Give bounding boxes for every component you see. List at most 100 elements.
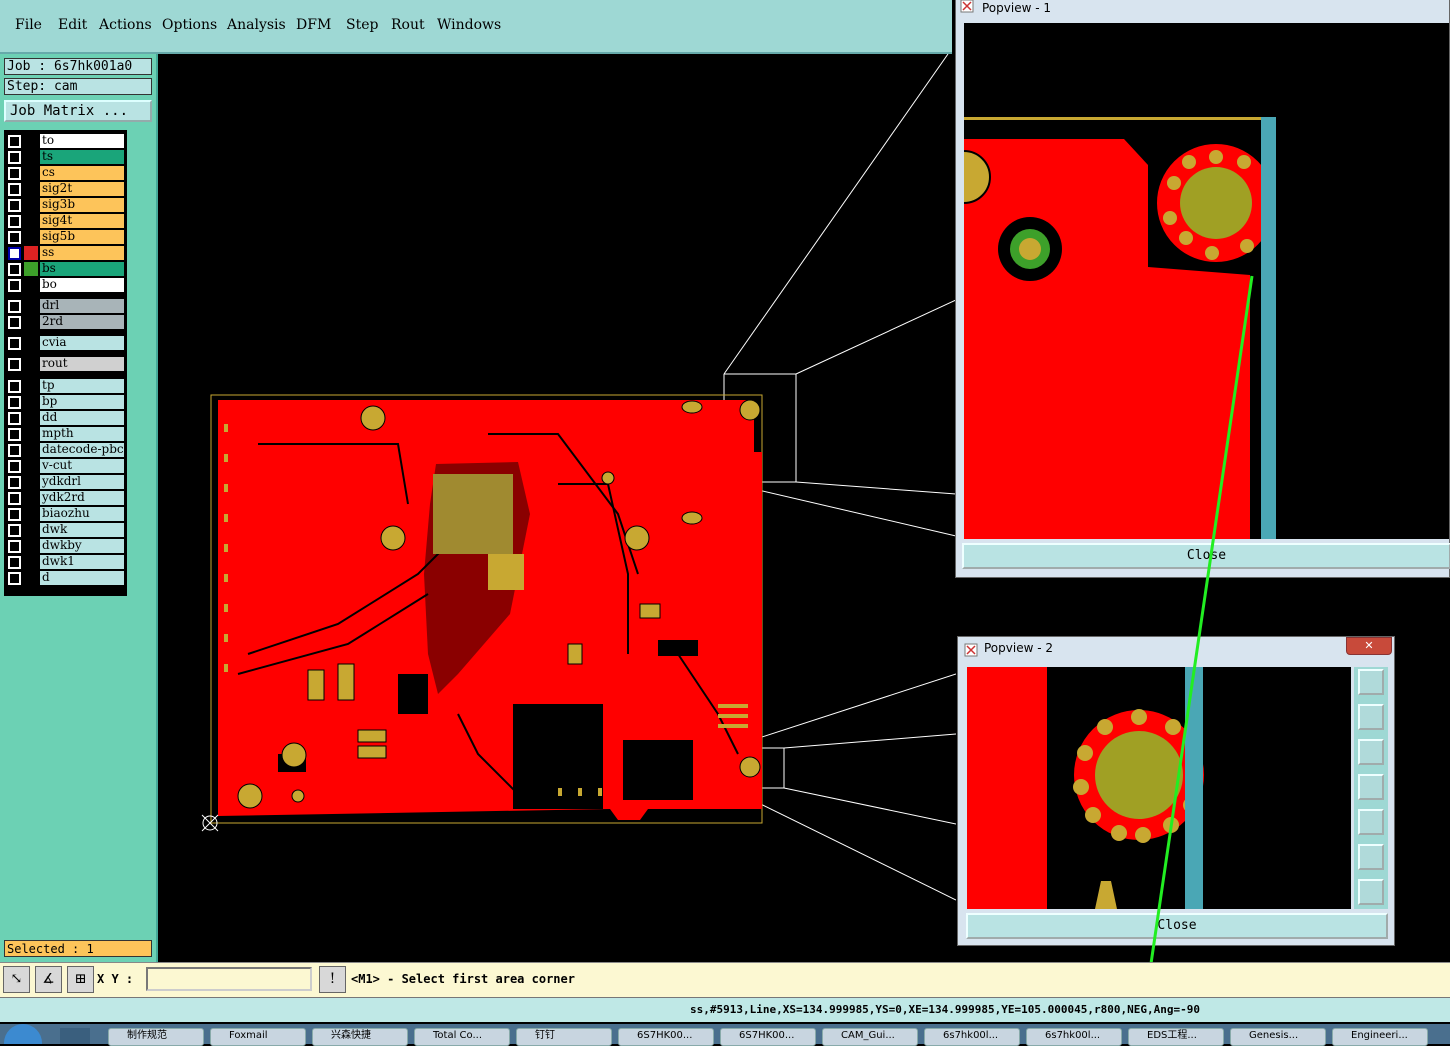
- layer-name[interactable]: dwk: [40, 523, 124, 537]
- menu-actions[interactable]: Actions: [99, 17, 152, 33]
- layer-checkbox[interactable]: [8, 524, 21, 537]
- layer-name[interactable]: cs: [40, 166, 124, 180]
- layer-name[interactable]: d: [40, 571, 124, 585]
- layer-name[interactable]: dwk1: [40, 555, 124, 569]
- layer-checkbox[interactable]: [8, 215, 21, 228]
- layer-row-biaozhu[interactable]: biaozhu: [6, 507, 126, 521]
- taskbar-item[interactable]: 6S7HK00...: [618, 1028, 714, 1046]
- layer-name[interactable]: bs: [40, 262, 124, 276]
- layer-name[interactable]: tp: [40, 379, 124, 393]
- layer-row-v-cut[interactable]: v-cut: [6, 459, 126, 473]
- taskbar-item[interactable]: 钉钉: [516, 1028, 612, 1046]
- layer-name[interactable]: ydkdrl: [40, 475, 124, 489]
- popview-2-canvas[interactable]: [967, 667, 1351, 909]
- menu-rout[interactable]: Rout: [391, 17, 425, 33]
- quick-launch-icon[interactable]: [60, 1028, 90, 1044]
- layer-row-ydkdrl[interactable]: ydkdrl: [6, 475, 126, 489]
- grid-icon[interactable]: ⊞: [67, 966, 94, 993]
- layer-row-mpth[interactable]: mpth: [6, 427, 126, 441]
- taskbar-item[interactable]: Total Co...: [414, 1028, 510, 1046]
- layer-checkbox[interactable]: [8, 167, 21, 180]
- menu-edit[interactable]: Edit: [58, 17, 87, 33]
- layer-checkbox[interactable]: [8, 412, 21, 425]
- layer-row-sig4t[interactable]: sig4t: [6, 214, 126, 228]
- taskbar-item[interactable]: 6S7HK00...: [720, 1028, 816, 1046]
- layer-checkbox[interactable]: [8, 135, 21, 148]
- layer-row-dd[interactable]: dd: [6, 411, 126, 425]
- layer-checkbox[interactable]: [8, 396, 21, 409]
- layer-row-cvia[interactable]: cvia: [6, 336, 126, 350]
- layer-row-sig3b[interactable]: sig3b: [6, 198, 126, 212]
- layer-row-2rd[interactable]: 2rd: [6, 315, 126, 329]
- close-icon[interactable]: ✕: [1346, 637, 1392, 655]
- layer-checkbox[interactable]: [8, 316, 21, 329]
- layer-row-datecode-pbc[interactable]: datecode-pbc: [6, 443, 126, 457]
- layer-row-sig2t[interactable]: sig2t: [6, 182, 126, 196]
- layer-name[interactable]: bo: [40, 278, 124, 292]
- layer-name[interactable]: ts: [40, 150, 124, 164]
- popview-1-canvas[interactable]: [964, 23, 1449, 539]
- pan-left-button[interactable]: [1358, 774, 1384, 800]
- layer-row-bo[interactable]: bo: [6, 278, 126, 292]
- layer-checkbox[interactable]: [8, 556, 21, 569]
- layer-name[interactable]: rout: [40, 357, 124, 371]
- zoom-box-icon[interactable]: ⤡: [3, 966, 30, 993]
- layer-row-dwkby[interactable]: dwkby: [6, 539, 126, 553]
- zoom-out-button[interactable]: [1358, 879, 1384, 905]
- taskbar-item[interactable]: CAM_Gui...: [822, 1028, 918, 1046]
- menu-step[interactable]: Step: [346, 17, 378, 33]
- layer-row-rout[interactable]: rout: [6, 357, 126, 371]
- layer-checkbox[interactable]: [8, 151, 21, 164]
- layer-name[interactable]: to: [40, 134, 124, 148]
- layer-checkbox[interactable]: [8, 358, 21, 371]
- layer-name[interactable]: drl: [40, 299, 124, 313]
- taskbar-item[interactable]: Genesis...: [1230, 1028, 1326, 1046]
- layer-checkbox[interactable]: [8, 540, 21, 553]
- pan-up-button[interactable]: [1358, 704, 1384, 730]
- taskbar-item[interactable]: 6s7hk00l...: [1026, 1028, 1122, 1046]
- layer-checkbox[interactable]: [8, 337, 21, 350]
- graphic-canvas[interactable]: [158, 54, 956, 962]
- popview-2-close-button[interactable]: Close: [966, 913, 1388, 939]
- layer-checkbox[interactable]: [8, 492, 21, 505]
- layer-checkbox[interactable]: [8, 263, 21, 276]
- layer-name[interactable]: v-cut: [40, 459, 124, 473]
- measure-icon[interactable]: ∡: [35, 966, 62, 993]
- layer-name[interactable]: ss: [40, 246, 124, 260]
- layer-name[interactable]: dwkby: [40, 539, 124, 553]
- layer-checkbox[interactable]: [8, 199, 21, 212]
- menu-options[interactable]: Options: [162, 17, 217, 33]
- layer-name[interactable]: sig5b: [40, 230, 124, 244]
- layer-checkbox[interactable]: [8, 380, 21, 393]
- layer-checkbox[interactable]: [8, 460, 21, 473]
- taskbar-item[interactable]: 制作规范: [108, 1028, 204, 1046]
- start-button[interactable]: [4, 1024, 42, 1044]
- layer-row-tp[interactable]: tp: [6, 379, 126, 393]
- layer-name[interactable]: bp: [40, 395, 124, 409]
- layer-row-sig5b[interactable]: sig5b: [6, 230, 126, 244]
- layer-row-d[interactable]: d: [6, 571, 126, 585]
- menu-analysis[interactable]: Analysis: [227, 17, 286, 33]
- taskbar-item[interactable]: EDS工程...: [1128, 1028, 1224, 1046]
- menu-windows[interactable]: Windows: [437, 17, 501, 33]
- layer-checkbox[interactable]: [8, 231, 21, 244]
- layer-name[interactable]: sig4t: [40, 214, 124, 228]
- layer-row-dwk[interactable]: dwk: [6, 523, 126, 537]
- layer-name[interactable]: cvia: [40, 336, 124, 350]
- layer-name[interactable]: 2rd: [40, 315, 124, 329]
- layer-checkbox[interactable]: [8, 183, 21, 196]
- taskbar-item[interactable]: Engineeri...: [1332, 1028, 1428, 1046]
- zoom-box-button[interactable]: [1358, 669, 1384, 695]
- zoom-in-button[interactable]: [1358, 844, 1384, 870]
- popview-1-close-button[interactable]: Close: [962, 543, 1450, 569]
- layer-row-to[interactable]: to: [6, 134, 126, 148]
- layer-row-ydk2rd[interactable]: ydk2rd: [6, 491, 126, 505]
- layer-name[interactable]: sig2t: [40, 182, 124, 196]
- layer-checkbox[interactable]: [8, 444, 21, 457]
- layer-name[interactable]: biaozhu: [40, 507, 124, 521]
- menu-dfm[interactable]: DFM: [296, 17, 331, 33]
- layer-checkbox[interactable]: [8, 572, 21, 585]
- info-icon[interactable]: !: [319, 966, 346, 993]
- layer-row-dwk1[interactable]: dwk1: [6, 555, 126, 569]
- layer-row-cs[interactable]: cs: [6, 166, 126, 180]
